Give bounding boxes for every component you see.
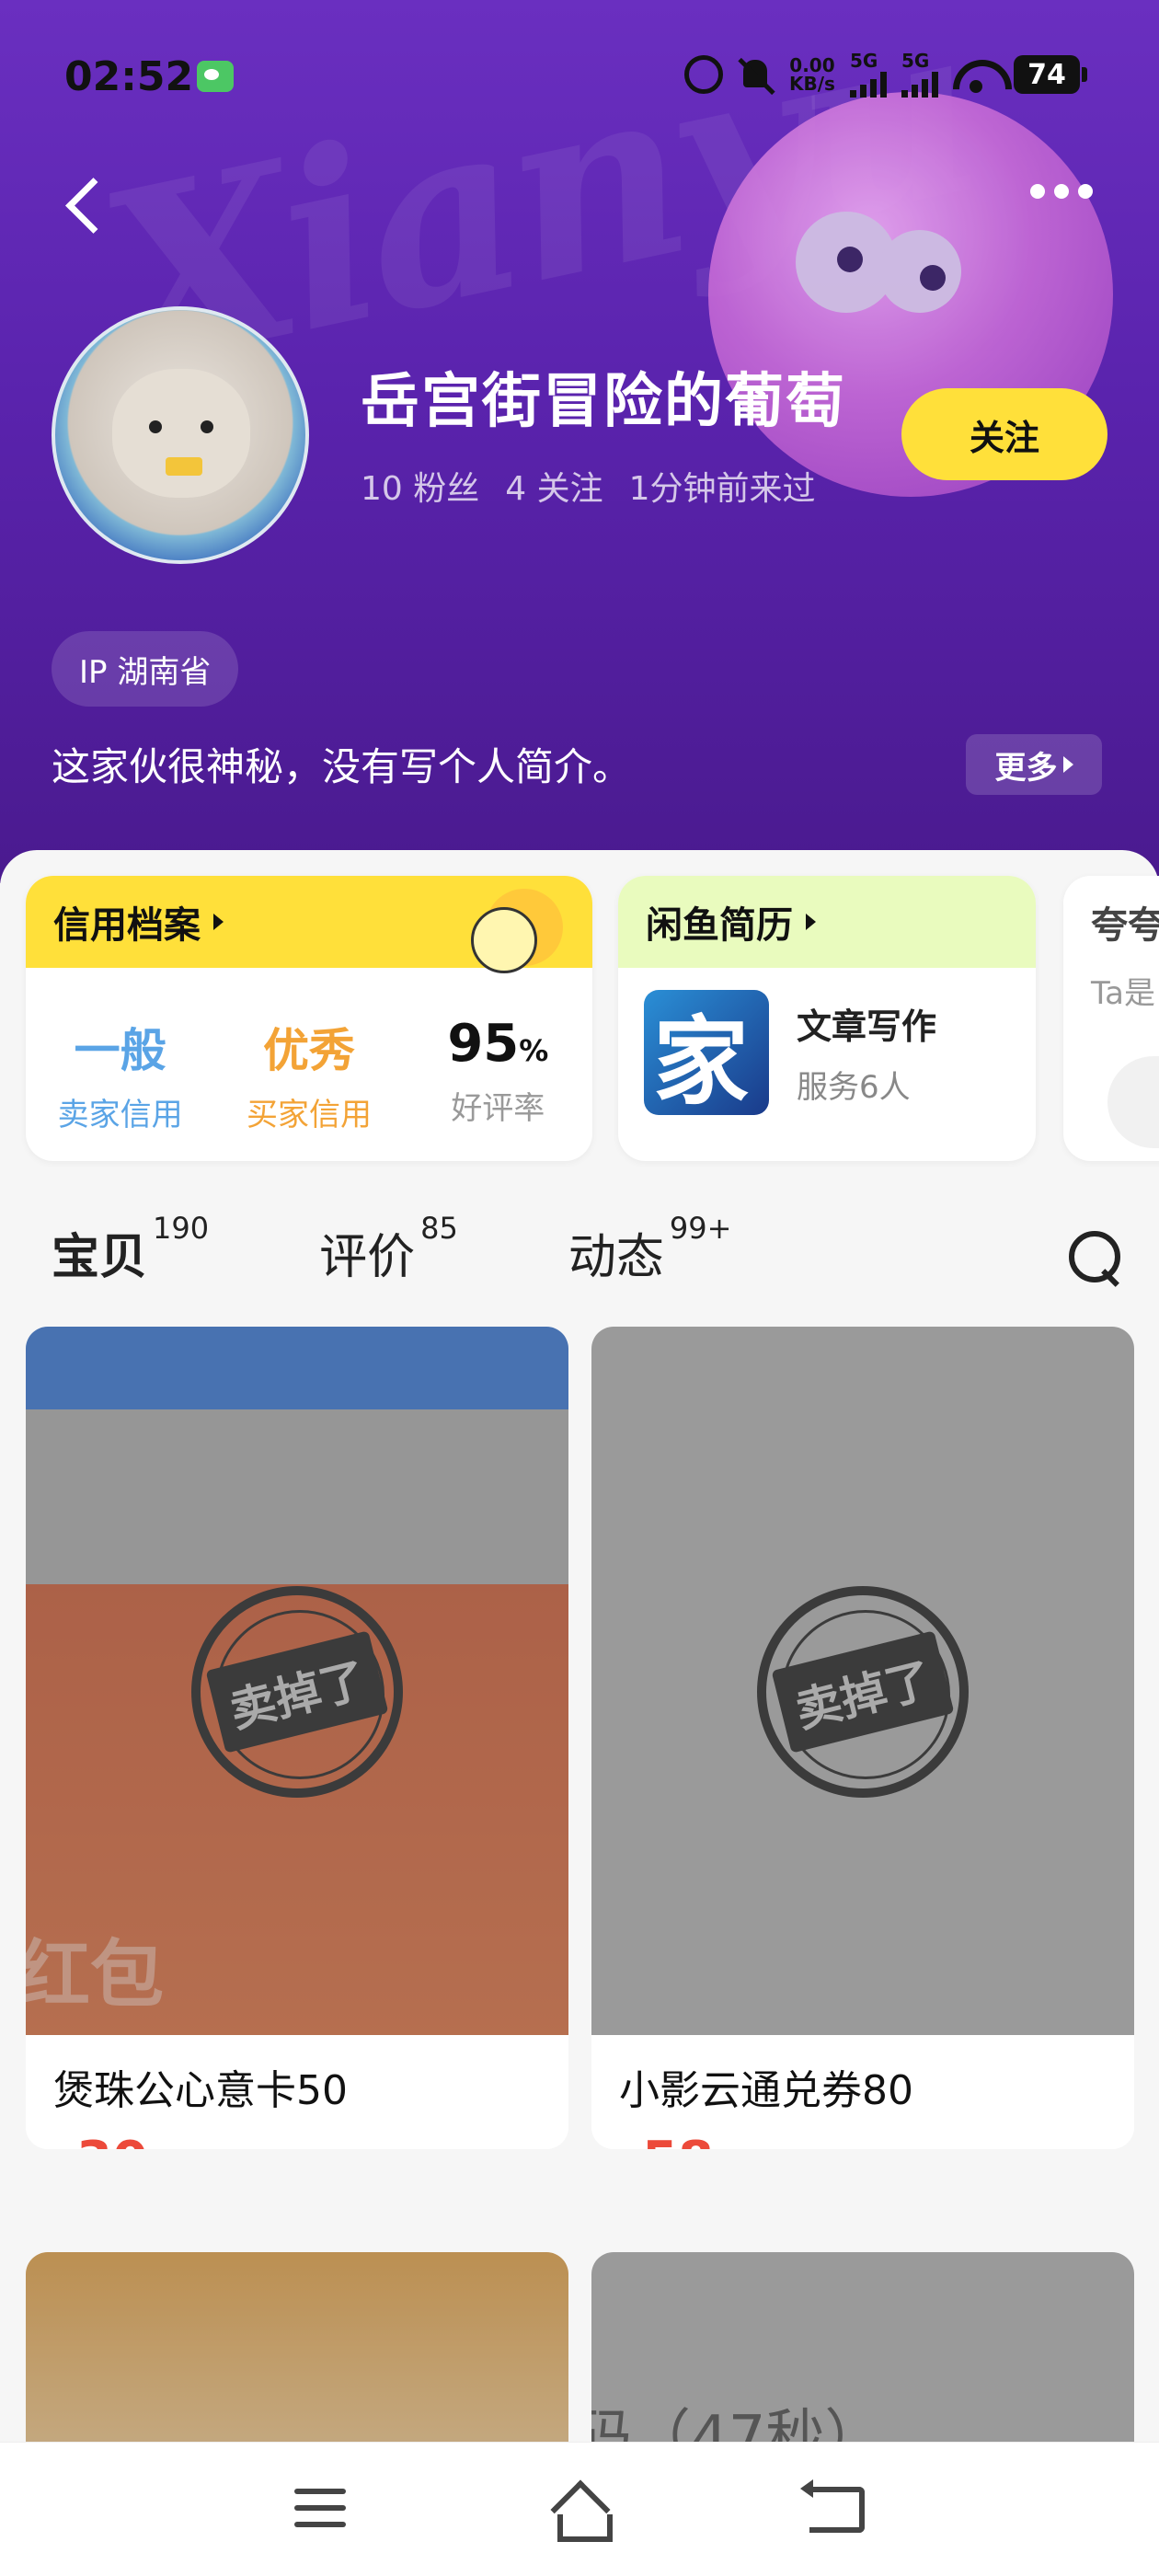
bio-more-button[interactable]: 更多 (966, 734, 1102, 795)
resume-card-header: 闲鱼简历 (618, 876, 1036, 968)
nav-back-icon[interactable] (800, 2479, 865, 2533)
more-dots-icon[interactable] (1030, 184, 1093, 199)
home-icon[interactable] (548, 2483, 613, 2542)
product-card[interactable]: 红包 卖掉了 煲珠公心意卡50 ¥30 (26, 1327, 568, 2149)
sold-out-stamp: 卖掉了 (191, 1586, 403, 1798)
profile-tabs: 宝贝 190 评价 85 动态 99+ (47, 1211, 842, 1287)
profile-header: Xianyu 02:52 0.00 KB/s 5G 5G 74 岳宫街冒险的葡萄… (0, 0, 1159, 883)
resume-card[interactable]: 闲鱼简历 文章写作 服务6人 (618, 876, 1036, 1161)
signal-icon-sim2: 5G (901, 52, 938, 98)
credit-profile-card[interactable]: 信用档案 一般 卖家信用 优秀 买家信用 95% 好评率 (26, 876, 592, 1161)
follow-button[interactable]: 关注 (901, 388, 1107, 480)
user-bio: 这家伙很神秘，没有写个人简介。 (52, 744, 632, 789)
praise-card-header: 夸夸 (1063, 876, 1159, 968)
caret-right-icon (806, 914, 816, 930)
product-card[interactable]: 卖掉了 小影云通兑券80 ¥58 (591, 1327, 1134, 2149)
clock: 02:52 (64, 53, 194, 100)
caret-right-icon (213, 914, 224, 930)
tab-reviews[interactable]: 评价 85 (319, 1211, 458, 1287)
wifi-icon (953, 56, 999, 93)
last-seen: 1分钟前来过 (628, 470, 816, 508)
user-nickname: 岳宫街冒险的葡萄 (361, 368, 846, 436)
tab-items[interactable]: 宝贝 190 (47, 1211, 209, 1287)
menu-icon[interactable] (294, 2489, 346, 2531)
buyer-credit: 优秀 买家信用 (246, 1024, 372, 1133)
mute-icon (738, 56, 775, 93)
search-icon[interactable] (1065, 1227, 1126, 1288)
product-title: 煲珠公心意卡50 (53, 2067, 348, 2114)
praise-subtitle: Ta是 (1091, 975, 1155, 1012)
signal-icon-sim1: 5G (849, 52, 887, 98)
ip-location-chip: IP 湖南省 (52, 631, 239, 707)
product-price: ¥30 (53, 2131, 541, 2149)
following-count[interactable]: 4 关注 (505, 462, 602, 510)
fans-count[interactable]: 10 粉丝 (361, 462, 479, 510)
sold-out-stamp: 卖掉了 (757, 1586, 969, 1798)
system-nav-bar (0, 2442, 1159, 2576)
mascot-icon (458, 889, 578, 973)
product-title: 小影云通兑券80 (619, 2067, 913, 2114)
status-bar: 02:52 0.00 KB/s 5G 5G 74 (0, 0, 1159, 156)
service-name: 文章写作 (797, 1006, 937, 1047)
user-stats: 10 粉丝 4 关注 1分钟前来过 (361, 462, 816, 510)
wechat-icon (197, 61, 234, 92)
positive-rate: 95% 好评率 (447, 1014, 549, 1127)
alarm-icon (684, 55, 723, 94)
back-icon[interactable] (57, 166, 112, 239)
avatar[interactable] (52, 306, 309, 564)
network-rate: 0.00 KB/s (789, 54, 835, 95)
seller-credit: 一般 卖家信用 (57, 1024, 183, 1133)
product-price: ¥58 (619, 2131, 1107, 2149)
praise-card[interactable]: 夸夸 Ta是 (1063, 876, 1159, 1161)
service-count: 服务6人 (797, 1069, 911, 1106)
caret-right-icon (1062, 756, 1073, 773)
battery-indicator: 74 (1013, 55, 1087, 94)
tab-moments[interactable]: 动态 99+ (568, 1211, 732, 1287)
content-panel: 信用档案 一般 卖家信用 优秀 买家信用 95% 好评率 闲鱼简历 文章写作 (0, 850, 1159, 2528)
service-thumbnail (644, 990, 769, 1115)
